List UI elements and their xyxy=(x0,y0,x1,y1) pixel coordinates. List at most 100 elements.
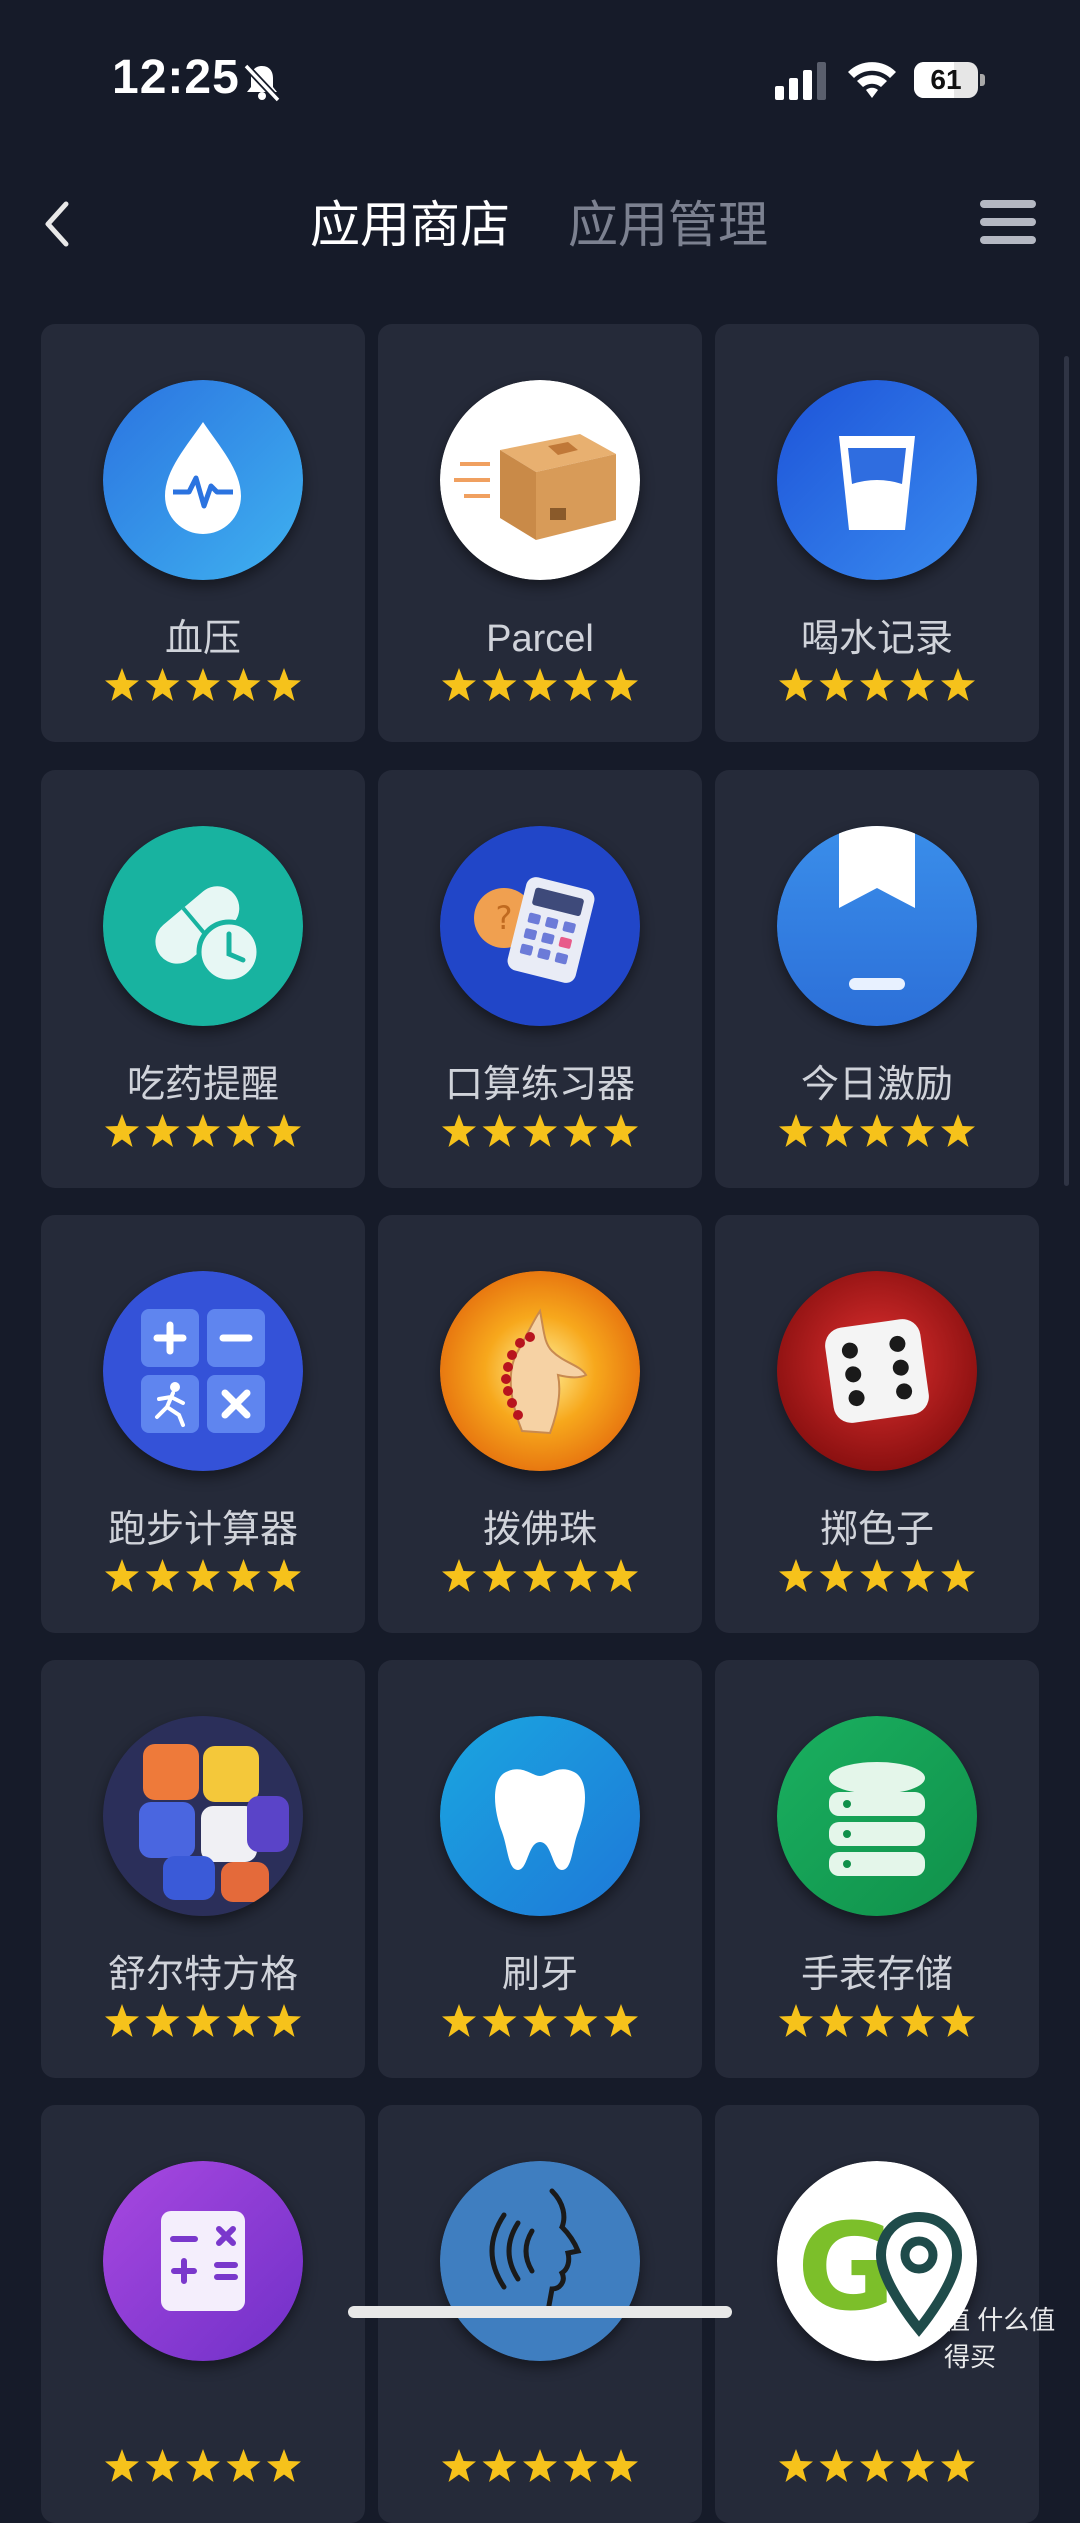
rating-stars xyxy=(103,2448,303,2486)
stars-svg xyxy=(779,668,975,701)
star-icon xyxy=(563,1559,598,1592)
stars-svg xyxy=(442,2449,638,2482)
app-name: 舒尔特方格 xyxy=(107,1954,298,1996)
app-card[interactable]: 拨佛珠 xyxy=(378,1215,702,1633)
star-icon xyxy=(226,668,261,701)
star-icon xyxy=(226,2004,261,2037)
app-name: 今日激励 xyxy=(800,1064,953,1106)
star-icon xyxy=(604,2449,638,2482)
star-icon xyxy=(941,1559,975,1592)
app-name: 口算练习器 xyxy=(444,1064,635,1106)
rating-stars xyxy=(103,1113,303,1151)
pill-clock-icon xyxy=(103,826,303,1026)
tab-app-management[interactable]: 应用管理 xyxy=(568,190,768,260)
rating-stars xyxy=(103,2003,303,2041)
hamburger-menu-icon[interactable] xyxy=(980,200,1036,244)
rating-stars xyxy=(103,1558,303,1596)
app-card[interactable]: 掷色子 xyxy=(715,1215,1039,1633)
app-name: 喝水记录 xyxy=(800,618,953,660)
star-icon xyxy=(267,2004,301,2037)
rating-stars xyxy=(777,1113,977,1151)
cellular-signal-icon xyxy=(775,62,826,100)
app-card[interactable]: 吃药提醒 xyxy=(41,770,365,1188)
star-icon xyxy=(105,1559,139,1592)
status-bar: 12:25 61 xyxy=(0,0,1080,150)
star-icon xyxy=(900,2004,935,2037)
stars-svg xyxy=(442,1559,638,1592)
rating-stars xyxy=(440,2003,640,2041)
stars-svg xyxy=(105,668,301,701)
app-card[interactable]: 今日激励 xyxy=(715,770,1039,1188)
tab-app-store[interactable]: 应用商店 xyxy=(310,190,510,260)
cube-puzzle-icon xyxy=(103,1716,303,1916)
star-icon xyxy=(186,1559,220,1592)
stars-svg xyxy=(105,1559,301,1592)
stars-svg xyxy=(105,2004,301,2037)
wifi-icon xyxy=(848,62,896,98)
app-card[interactable]: 跑步计算器 xyxy=(41,1215,365,1633)
star-icon xyxy=(226,2449,261,2482)
star-icon xyxy=(523,668,557,701)
star-icon xyxy=(442,1114,476,1147)
scrollbar[interactable] xyxy=(1064,356,1069,1186)
star-icon xyxy=(226,1559,261,1592)
star-icon xyxy=(900,668,935,701)
stars-svg xyxy=(442,668,638,701)
star-icon xyxy=(482,2004,517,2037)
star-icon xyxy=(604,2004,638,2037)
app-card[interactable]: 舒尔特方格 xyxy=(41,1660,365,2078)
app-name: 掷色子 xyxy=(819,1509,934,1551)
app-card[interactable]: 手表存储 xyxy=(715,1660,1039,2078)
rating-stars xyxy=(777,2003,977,2041)
star-icon xyxy=(779,668,813,701)
home-indicator[interactable] xyxy=(348,2306,732,2318)
star-icon xyxy=(523,1559,557,1592)
app-name: 吃药提醒 xyxy=(126,1064,279,1106)
star-icon xyxy=(267,1559,301,1592)
star-icon xyxy=(105,1114,139,1147)
database-icon xyxy=(777,1716,977,1916)
app-card[interactable]: ? 口算练习器 xyxy=(378,770,702,1188)
app-card[interactable] xyxy=(41,2105,365,2523)
prayer-beads-icon xyxy=(440,1271,640,1471)
calculator-icon: ? xyxy=(440,826,640,1026)
star-icon xyxy=(226,1114,261,1147)
stars-svg xyxy=(442,2004,638,2037)
star-icon xyxy=(779,2449,813,2482)
stars-svg xyxy=(442,1114,638,1147)
star-icon xyxy=(563,1114,598,1147)
star-icon xyxy=(860,668,894,701)
stars-svg xyxy=(779,1114,975,1147)
star-icon xyxy=(563,2449,598,2482)
star-icon xyxy=(186,1114,220,1147)
battery-level: 61 xyxy=(930,64,962,95)
star-icon xyxy=(145,668,180,701)
app-name: 跑步计算器 xyxy=(107,1509,298,1551)
star-icon xyxy=(941,2004,975,2037)
star-icon xyxy=(145,1559,180,1592)
star-icon xyxy=(267,1114,301,1147)
star-icon xyxy=(442,2449,476,2482)
star-icon xyxy=(267,2449,301,2482)
app-card[interactable]: 刷牙 xyxy=(378,1660,702,2078)
chevron-left-icon[interactable] xyxy=(38,196,78,252)
star-icon xyxy=(860,1114,894,1147)
star-icon xyxy=(523,1114,557,1147)
app-card[interactable]: 喝水记录 xyxy=(715,324,1039,742)
star-icon xyxy=(186,2449,220,2482)
star-icon xyxy=(819,2449,854,2482)
star-icon xyxy=(900,2449,935,2482)
stars-svg xyxy=(105,2449,301,2482)
star-icon xyxy=(442,1559,476,1592)
stars-svg xyxy=(779,2004,975,2037)
blood-pressure-icon xyxy=(103,380,303,580)
dice-icon xyxy=(777,1271,977,1471)
rating-stars xyxy=(777,1558,977,1596)
rating-stars xyxy=(440,667,640,705)
star-icon xyxy=(779,1559,813,1592)
app-name: 手表存储 xyxy=(800,1954,953,1996)
math-symbols-icon xyxy=(103,2161,303,2361)
star-icon xyxy=(105,2449,139,2482)
app-card[interactable]: Parcel xyxy=(378,324,702,742)
app-card[interactable]: 血压 xyxy=(41,324,365,742)
